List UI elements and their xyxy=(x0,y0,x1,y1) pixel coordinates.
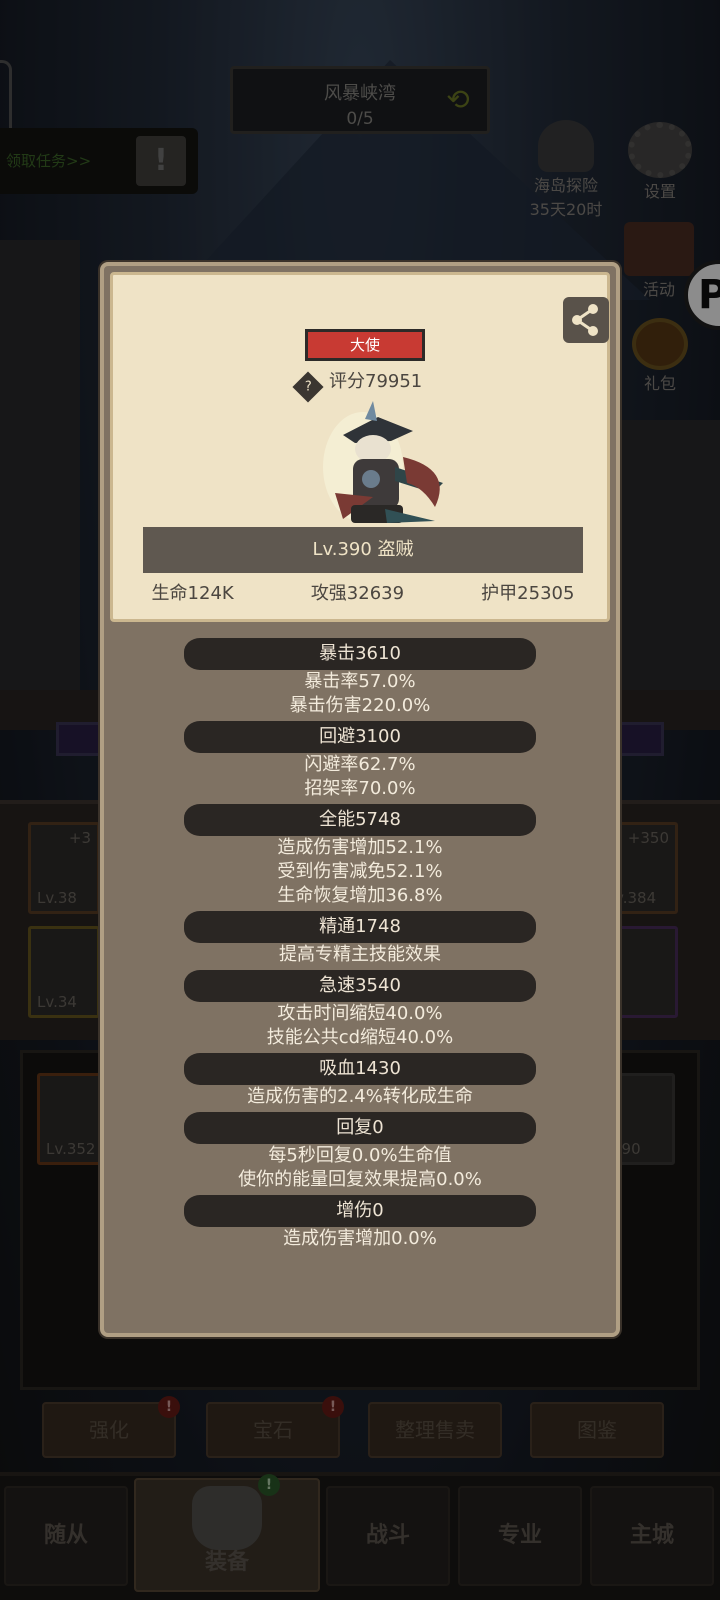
stat-line: 每5秒回复0.0%生命值 xyxy=(268,1145,452,1166)
stat-header-mastery: 精通1748 xyxy=(184,911,536,943)
stat-line: 暴击率57.0% xyxy=(304,671,416,692)
main-stats: 生命124K 攻强32639 护甲25305 xyxy=(113,579,613,605)
name-level-bar: Lv.390 盗贼 xyxy=(143,527,583,573)
stat-line: 生命恢复增加36.8% xyxy=(277,885,443,906)
stat-header-lifesteal: 吸血1430 xyxy=(184,1053,536,1085)
character-stats-popup: 大使 ? 评分79951 Lv.390 盗贼 生命124K 攻强32639 护甲2… xyxy=(100,262,620,1337)
stat-line: 造成伤害的2.4%转化成生命 xyxy=(247,1086,473,1107)
stat-line: 造成伤害增加0.0% xyxy=(283,1228,437,1249)
score-label: 评分79951 xyxy=(329,371,423,392)
stat-line: 暴击伤害220.0% xyxy=(289,695,431,716)
health-stat: 生命124K xyxy=(151,583,234,604)
stat-header-damage-bonus: 增伤0 xyxy=(184,1195,536,1227)
stat-header-avoidance: 回避3100 xyxy=(184,721,536,753)
attack-power-stat: 攻强32639 xyxy=(310,583,405,604)
rogue-character-sprite xyxy=(323,401,443,523)
stat-line: 闪避率62.7% xyxy=(304,754,416,775)
stat-line: 技能公共cd缩短40.0% xyxy=(266,1027,454,1048)
share-button[interactable] xyxy=(563,297,609,343)
stat-line: 攻击时间缩短40.0% xyxy=(277,1003,443,1024)
share-icon xyxy=(572,304,598,336)
stat-line: 造成伤害增加52.1% xyxy=(277,837,443,858)
stat-header-regen: 回复0 xyxy=(184,1112,536,1144)
stat-header-crit: 暴击3610 xyxy=(184,638,536,670)
armor-stat: 护甲25305 xyxy=(481,583,575,604)
stat-header-versatility: 全能5748 xyxy=(184,804,536,836)
stat-line: 受到伤害减免52.1% xyxy=(277,861,443,882)
stat-details: 暴击3610 暴击率57.0% 暴击伤害220.0% 回避3100 闪避率62.… xyxy=(104,638,616,1251)
stat-line: 提高专精主技能效果 xyxy=(279,944,441,965)
score-row: ? 评分79951 xyxy=(292,367,423,403)
title-tag: 大使 xyxy=(305,329,425,361)
stat-header-haste: 急速3540 xyxy=(184,970,536,1002)
stat-line: 使你的能量回复效果提高0.0% xyxy=(238,1169,482,1190)
character-card: 大使 ? 评分79951 Lv.390 盗贼 生命124K 攻强32639 护甲2… xyxy=(110,272,610,622)
stat-line: 招架率70.0% xyxy=(304,778,416,799)
